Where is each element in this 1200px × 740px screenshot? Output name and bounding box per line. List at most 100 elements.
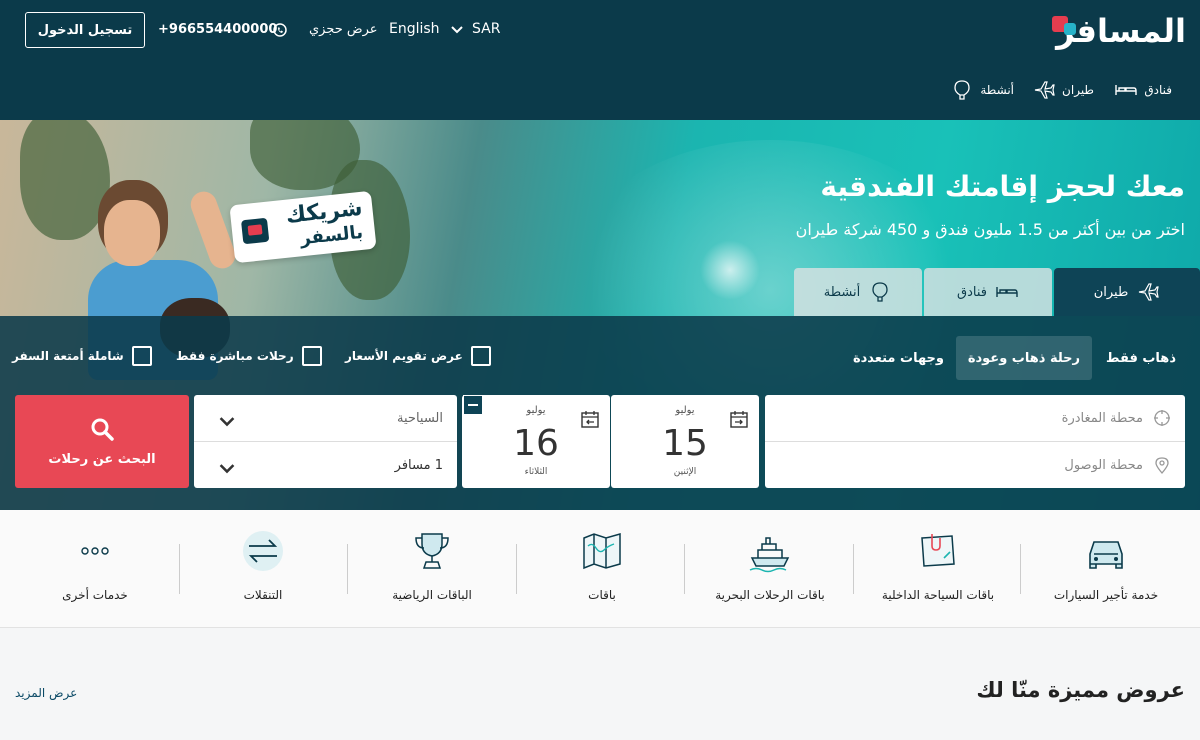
trip-type-oneway[interactable]: ذهاب فقط	[1094, 336, 1188, 380]
trip-type-multicity[interactable]: وجهات متعددة	[841, 336, 956, 380]
logo-mark-teal	[1064, 23, 1076, 35]
remove-return-button[interactable]	[463, 395, 483, 415]
more-dots-icon	[81, 547, 109, 555]
chevron-down-icon	[219, 464, 235, 474]
cabin-class-value: السياحية	[397, 410, 443, 426]
tab-label: طيران	[1093, 284, 1129, 300]
login-button[interactable]: تسجيل الدخول	[25, 12, 145, 48]
service-sports-packages[interactable]: الباقات الرياضية	[352, 528, 512, 618]
search-icon	[91, 418, 114, 441]
trophy-icon	[415, 533, 449, 569]
balloon-icon	[872, 282, 888, 302]
child-face	[104, 200, 160, 266]
hero-title: معك لحجز إقامتك الفندقية	[820, 170, 1185, 203]
world-map-icon	[583, 533, 621, 570]
service-divider	[684, 544, 685, 594]
phone-number[interactable]: +966554400000	[158, 22, 277, 37]
return-weekday: الثلاثاء	[524, 467, 548, 477]
suitcase-icon	[240, 217, 270, 245]
service-other[interactable]: خدمات أخرى	[15, 528, 175, 618]
service-label: خدمات أخرى	[62, 588, 128, 602]
nav-item-activities[interactable]: أنشطة	[950, 78, 1014, 102]
depart-weekday: الإثنين	[673, 467, 697, 477]
service-packages[interactable]: باقات	[522, 528, 682, 618]
return-day: 16	[513, 423, 559, 464]
plane-icon	[1034, 81, 1055, 99]
hero-subtitle: اختر من بين أكثر من 1.5 مليون فندق و 450…	[795, 220, 1185, 239]
palm-tree	[20, 120, 110, 240]
car-icon	[1089, 541, 1123, 569]
transfer-arrows-icon	[243, 531, 283, 571]
top-header: المسافر تسجيل الدخول +966554400000 عرض ح…	[0, 0, 1200, 120]
chevron-down-icon[interactable]	[451, 25, 463, 35]
depart-date-picker[interactable]: يوليو 15 الإثنين	[611, 395, 759, 488]
cruise-ship-icon	[749, 537, 790, 573]
currency-selector[interactable]: SAR	[472, 21, 500, 37]
tab-label: فنادق	[957, 284, 987, 300]
checkbox-label: رحلات مباشرة فقط	[176, 349, 294, 363]
my-booking-link[interactable]: عرض حجزي	[309, 22, 378, 37]
service-label: الباقات الرياضية	[392, 588, 472, 602]
depart-month: يوليو	[675, 405, 695, 416]
checkbox-baggage-included[interactable]: شاملة أمتعة السفر	[12, 346, 152, 366]
service-domestic-tourism[interactable]: باقات السياحة الداخلية	[858, 528, 1018, 618]
services-strip: خدمة تأجير السيارات باقات السياحة الداخل…	[0, 510, 1200, 628]
checkbox-box[interactable]	[301, 346, 322, 366]
service-divider	[853, 544, 854, 594]
location-pin-icon	[1155, 457, 1169, 474]
service-label: باقات الرحلات البحرية	[715, 588, 825, 602]
checkbox-price-calendar[interactable]: عرض تقويم الأسعار	[345, 346, 491, 366]
arrival-placeholder: محطة الوصول	[1064, 457, 1143, 473]
flight-search-panel: ذهاب فقط رحلة ذهاب وعودة وجهات متعددة عر…	[0, 316, 1200, 510]
service-transfers[interactable]: التنقلات	[183, 528, 343, 618]
nav-item-label: أنشطة	[980, 83, 1014, 97]
trip-type-roundtrip[interactable]: رحلة ذهاب وعودة	[955, 336, 1092, 380]
bed-icon	[996, 287, 1018, 297]
checkbox-label: شاملة أمتعة السفر	[12, 349, 124, 363]
cabin-class-select[interactable]: السياحية	[194, 395, 457, 441]
arrival-station-input[interactable]: محطة الوصول	[765, 442, 1185, 488]
search-flights-button[interactable]: البحث عن رحلات	[15, 395, 189, 488]
search-tabs: أنشطة فنادق طيران	[792, 268, 1200, 316]
checkbox-direct-flights[interactable]: رحلات مباشرة فقط	[176, 346, 322, 366]
checkbox-box[interactable]	[470, 346, 491, 366]
depart-day: 15	[662, 423, 708, 464]
service-divider	[516, 544, 517, 594]
phone-chat-icon	[273, 23, 287, 37]
balloon-icon	[954, 80, 970, 100]
passenger-value: 1 مسافر	[394, 457, 443, 473]
language-switch[interactable]: English	[389, 21, 440, 37]
service-label: باقات السياحة الداخلية	[881, 588, 995, 602]
plane-icon	[1139, 283, 1160, 301]
search-button-label: البحث عن رحلات	[48, 452, 156, 467]
passenger-select[interactable]: 1 مسافر	[194, 442, 457, 488]
view-more-link[interactable]: عرض المزيد	[15, 686, 77, 700]
tab-hotels[interactable]: فنادق	[924, 268, 1052, 316]
return-month: يوليو	[526, 405, 546, 416]
departure-placeholder: محطة المغادرة	[1061, 410, 1143, 426]
service-divider	[1020, 544, 1021, 594]
service-label: خدمة تأجير السيارات	[1053, 588, 1159, 602]
service-car-rental[interactable]: خدمة تأجير السيارات	[1026, 528, 1186, 618]
service-divider	[179, 544, 180, 594]
tab-activities[interactable]: أنشطة	[794, 268, 922, 316]
checkbox-label: عرض تقويم الأسعار	[345, 349, 463, 363]
return-date-picker[interactable]: يوليو 16 الثلاثاء	[462, 395, 610, 488]
service-label: باقات	[588, 588, 616, 602]
nav-item-hotels[interactable]: فنادق	[1114, 78, 1172, 102]
service-divider	[347, 544, 348, 594]
nav-item-label: فنادق	[1144, 83, 1172, 97]
service-cruises[interactable]: باقات الرحلات البحرية	[690, 528, 850, 618]
service-label: التنقلات	[243, 588, 283, 602]
chevron-down-icon	[219, 417, 235, 427]
crosshair-icon	[1154, 410, 1170, 426]
route-fields: محطة المغادرة محطة الوصول	[765, 395, 1185, 488]
bed-icon	[1115, 85, 1138, 95]
map-pin-paper-icon	[921, 534, 955, 567]
tab-flights[interactable]: طيران	[1054, 268, 1200, 316]
offers-section-title: عروض مميزة منّا لك	[976, 678, 1185, 702]
departure-station-input[interactable]: محطة المغادرة	[765, 395, 1185, 441]
brand-logo[interactable]: المسافر	[1026, 12, 1186, 50]
checkbox-box[interactable]	[131, 346, 152, 366]
nav-item-flights[interactable]: طيران	[1032, 78, 1094, 102]
